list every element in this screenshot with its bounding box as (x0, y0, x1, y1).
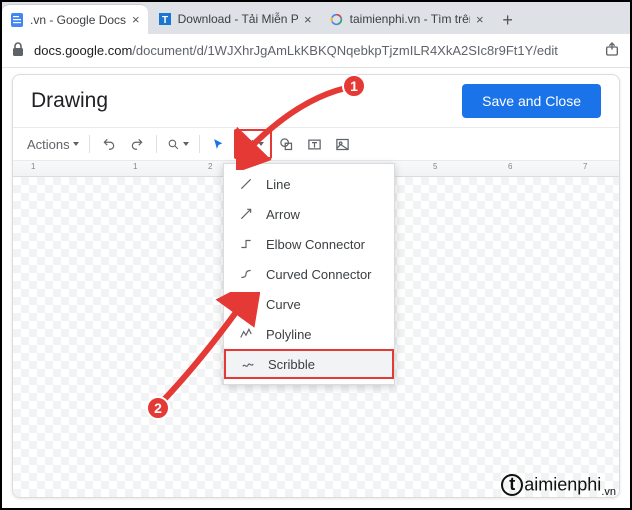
line-icon (238, 177, 254, 191)
undo-button[interactable] (96, 131, 122, 157)
browser-tab[interactable]: T Download - Tải Miễn Phí VN × (150, 4, 320, 34)
menu-item-curved-connector[interactable]: Curved Connector (224, 259, 394, 289)
save-and-close-button[interactable]: Save and Close (462, 84, 601, 118)
callout-badge-2: 2 (146, 396, 170, 420)
actions-menu-button[interactable]: Actions (23, 131, 83, 157)
close-icon[interactable]: × (132, 12, 140, 27)
browser-tab[interactable]: .vn - Google Docs × (2, 4, 148, 34)
site-favicon: T (158, 12, 172, 26)
share-icon[interactable] (604, 41, 620, 61)
menu-item-elbow-connector[interactable]: Elbow Connector (224, 229, 394, 259)
tab-title: .vn - Google Docs (30, 13, 126, 27)
redo-button[interactable] (124, 131, 150, 157)
separator (89, 135, 90, 153)
watermark: taimienphi.vn (501, 474, 616, 498)
new-tab-button[interactable]: + (494, 6, 522, 34)
browser-tab[interactable]: taimienphi.vn - Tìm trên Goo × (322, 4, 492, 34)
browser-tab-strip: .vn - Google Docs × T Download - Tải Miễ… (2, 2, 630, 34)
drawing-title: Drawing (31, 89, 108, 113)
curved-icon (238, 267, 254, 281)
arrow-icon (238, 207, 254, 221)
zoom-button[interactable] (163, 131, 193, 157)
svg-text:T: T (162, 15, 168, 25)
callout-badge-1: 1 (342, 74, 366, 98)
url-text[interactable]: docs.google.com/document/d/1WJXhrJgAmLkK… (34, 43, 604, 58)
close-icon[interactable]: × (304, 12, 312, 27)
menu-item-arrow[interactable]: Arrow (224, 199, 394, 229)
callout-arrow-1 (236, 80, 356, 170)
tab-title: Download - Tải Miễn Phí VN (178, 12, 298, 26)
lock-icon[interactable] (12, 42, 24, 59)
separator (156, 135, 157, 153)
tab-title: taimienphi.vn - Tìm trên Goo (350, 12, 470, 26)
separator (199, 135, 200, 153)
google-favicon (330, 12, 344, 26)
elbow-icon (238, 237, 254, 251)
docs-favicon (10, 13, 24, 27)
address-bar: docs.google.com/document/d/1WJXhrJgAmLkK… (2, 34, 630, 68)
callout-arrow-2 (150, 292, 260, 412)
menu-item-line[interactable]: Line (224, 169, 394, 199)
close-icon[interactable]: × (476, 12, 484, 27)
select-tool-button[interactable] (206, 131, 232, 157)
